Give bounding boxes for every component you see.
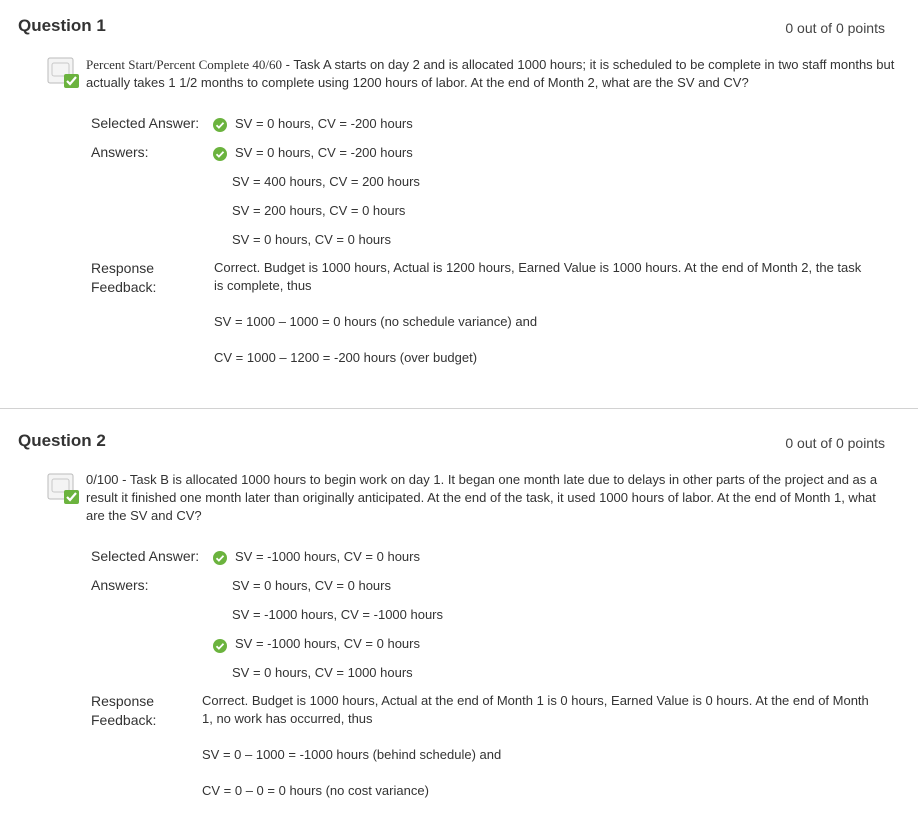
question-title: Question 2 [18, 431, 106, 450]
feedback-text: SV = 1000 – 1000 = 0 hours (no schedule … [214, 314, 538, 329]
answers-label: Answers: [91, 577, 149, 593]
question-text: 0/100 - Task B is allocated 1000 hours t… [86, 472, 878, 523]
selected-answer-label: Selected Answer: [91, 548, 200, 564]
answer-option: SV = -1000 hours, CV = 0 hours [235, 636, 420, 651]
check-circle-icon [213, 639, 227, 653]
question-text-prefix: Percent Start/Percent Complete 40/60 [86, 57, 283, 72]
question-1: Question 1 0 out of 0 points Percent Sta… [0, 0, 918, 408]
check-circle-icon [213, 147, 227, 161]
answer-option: SV = 400 hours, CV = 200 hours [232, 174, 420, 189]
correct-checkmark-icon [47, 473, 79, 504]
question-2: Question 2 0 out of 0 points 0/100 - Tas… [0, 409, 918, 823]
response-feedback-label: Response Feedback: [91, 693, 157, 728]
answer-option: SV = 0 hours, CV = 0 hours [232, 578, 391, 593]
check-circle-icon [213, 118, 227, 132]
question-text: Percent Start/Percent Complete 40/60 - T… [86, 56, 896, 92]
answer-option: SV = 0 hours, CV = 1000 hours [232, 665, 413, 680]
check-circle-icon [213, 551, 227, 565]
feedback-text: CV = 1000 – 1200 = -200 hours (over budg… [214, 350, 478, 365]
feedback-text: CV = 0 – 0 = 0 hours (no cost variance) [202, 783, 429, 798]
selected-answer-label: Selected Answer: [91, 115, 200, 131]
answer-option: SV = 200 hours, CV = 0 hours [232, 203, 406, 218]
answer-option: SV = -1000 hours, CV = -1000 hours [232, 607, 444, 622]
question-points: 0 out of 0 points [785, 20, 885, 36]
feedback-text: SV = 0 – 1000 = -1000 hours (behind sche… [202, 747, 502, 762]
feedback-text: Correct. Budget is 1000 hours, Actual is… [214, 260, 862, 293]
feedback-text: Correct. Budget is 1000 hours, Actual at… [202, 693, 869, 726]
response-feedback-label: Response Feedback: [91, 260, 157, 295]
correct-checkmark-icon [47, 57, 79, 88]
selected-answer-value: SV = -1000 hours, CV = 0 hours [235, 549, 420, 564]
question-title: Question 1 [18, 16, 106, 35]
answer-option: SV = 0 hours, CV = 0 hours [232, 232, 391, 247]
question-points: 0 out of 0 points [785, 435, 885, 451]
answers-label: Answers: [91, 144, 149, 160]
answer-option: SV = 0 hours, CV = -200 hours [235, 145, 413, 160]
selected-answer-value: SV = 0 hours, CV = -200 hours [235, 116, 413, 131]
